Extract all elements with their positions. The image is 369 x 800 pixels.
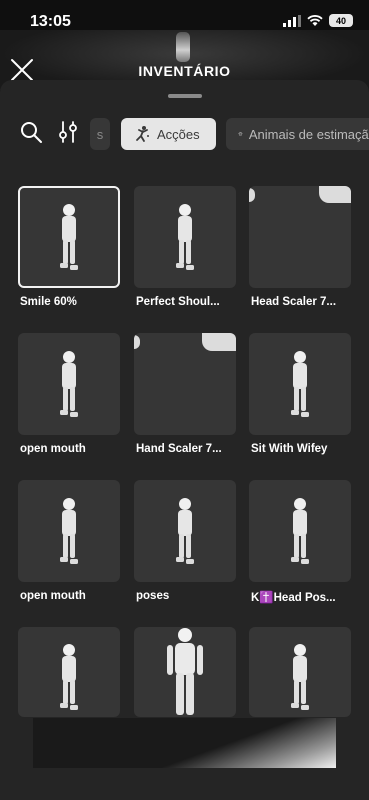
item-label: open mouth: [20, 590, 86, 602]
filter-sliders-icon[interactable]: [57, 119, 79, 145]
avatar-figure-icon: [291, 351, 309, 417]
chip-label: Animais de estimação: [248, 126, 369, 142]
item-thumbnail: [18, 333, 120, 435]
item-thumbnail: [249, 333, 351, 435]
item-label: Sit With Wifey: [251, 443, 328, 455]
item-thumbnail: [134, 627, 236, 717]
scaler-left-blob: [249, 188, 255, 202]
item-thumbnail: [18, 627, 120, 717]
filter-row: s Acções Animais de estimação: [0, 114, 369, 154]
item-label: Smile 60%: [20, 296, 77, 308]
item-label: Head Scaler 7...: [251, 296, 337, 308]
item-thumbnail: [249, 186, 351, 288]
category-chip-pets[interactable]: Animais de estimação: [226, 118, 369, 150]
avatar-figure-icon: [60, 644, 78, 711]
battery-indicator: 40: [329, 14, 353, 27]
figure-pose-icon: [136, 126, 149, 142]
item-label: Hand Scaler 7...: [136, 443, 222, 455]
item-label: open mouth: [20, 443, 86, 455]
status-icons: 40: [283, 14, 353, 27]
avatar-large-figure-icon: [167, 628, 203, 715]
search-icon[interactable]: [18, 119, 44, 145]
avatar-figure-icon: [60, 351, 78, 417]
item-thumbnail: [249, 480, 351, 582]
scaler-left-blob: [134, 335, 140, 349]
status-time: 13:05: [30, 13, 71, 30]
signal-icon: [283, 14, 301, 27]
item-label: Perfect Shoul...: [136, 296, 220, 308]
avatar-figure-icon: [176, 204, 194, 270]
avatar-figure-icon: [176, 498, 194, 564]
category-chip-actions[interactable]: Acções: [121, 118, 216, 150]
item-thumbnail: [18, 480, 120, 582]
item-label: K✝️Head Pos...: [251, 592, 336, 604]
scaler-right-blob: [319, 186, 351, 203]
avatar-figure-icon: [60, 204, 78, 270]
avatar-figure-icon: [291, 498, 309, 564]
category-chip-partial[interactable]: s: [90, 118, 110, 150]
item-label: poses: [136, 590, 170, 602]
item-thumbnail: [134, 480, 236, 582]
item-thumbnail: [134, 333, 236, 435]
avatar-figure-icon: [60, 498, 78, 564]
wifi-icon: [307, 14, 323, 26]
item-thumbnail-selected: [18, 186, 120, 288]
paw-icon: [238, 131, 243, 137]
chip-label: Acções: [157, 126, 200, 142]
scaler-right-blob: [202, 333, 236, 351]
chip-label: s: [96, 126, 104, 142]
item-thumbnail: [249, 627, 351, 717]
page-title: INVENTÁRIO: [138, 63, 231, 79]
sheet-grabber[interactable]: [168, 94, 202, 98]
bottom-preview-panel: [33, 718, 336, 768]
item-thumbnail: [134, 186, 236, 288]
avatar-figure-icon: [291, 644, 309, 711]
